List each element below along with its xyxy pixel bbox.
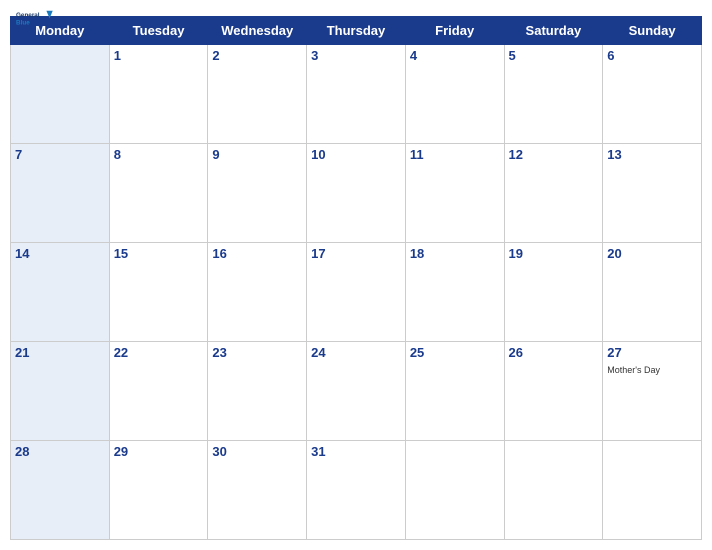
date-number: 29 xyxy=(114,444,204,459)
event-label: Mother's Day xyxy=(607,365,660,375)
date-number: 14 xyxy=(15,246,105,261)
calendar-cell: 29 xyxy=(109,441,208,540)
date-number: 24 xyxy=(311,345,401,360)
general-blue-logo-icon: General Blue xyxy=(16,8,54,30)
date-number: 4 xyxy=(410,48,500,63)
calendar-cell: 18 xyxy=(405,243,504,342)
date-number: 31 xyxy=(311,444,401,459)
calendar-cell: 31 xyxy=(307,441,406,540)
week-row-2: 789 10 11 12 13 xyxy=(11,144,702,243)
calendar-cell: 13 xyxy=(603,144,702,243)
date-number: 23 xyxy=(212,345,302,360)
date-number: 28 xyxy=(15,444,105,459)
date-number: 16 xyxy=(212,246,302,261)
calendar-grid: MondayTuesdayWednesdayThursdayFridaySatu… xyxy=(0,16,712,550)
week-row-1: 123456 xyxy=(11,45,702,144)
date-number: 22 xyxy=(114,345,204,360)
date-number: 2 xyxy=(212,48,302,63)
date-number: 19 xyxy=(509,246,599,261)
calendar-cell: 20 xyxy=(603,243,702,342)
calendar-cell xyxy=(11,45,110,144)
date-number: 21 xyxy=(15,345,105,360)
week-row-3: 14 15 16 17 18 19 20 xyxy=(11,243,702,342)
calendar-cell: 6 xyxy=(603,45,702,144)
calendar-cell: 2 xyxy=(208,45,307,144)
day-header-tuesday: Tuesday xyxy=(109,17,208,45)
date-number: 12 xyxy=(509,147,599,162)
day-header-wednesday: Wednesday xyxy=(208,17,307,45)
date-number: 15 xyxy=(114,246,204,261)
calendar-cell: 19 xyxy=(504,243,603,342)
calendar-cell: 27 Mother's Day xyxy=(603,342,702,441)
calendar-cell: 8 xyxy=(109,144,208,243)
calendar-cell: 30 xyxy=(208,441,307,540)
calendar-cell xyxy=(603,441,702,540)
calendar-cell: 24 xyxy=(307,342,406,441)
calendar-cell: 17 xyxy=(307,243,406,342)
calendar-cell: 23 xyxy=(208,342,307,441)
day-headers-row: MondayTuesdayWednesdayThursdayFridaySatu… xyxy=(11,17,702,45)
week-row-5: 28 29 30 31 xyxy=(11,441,702,540)
day-header-friday: Friday xyxy=(405,17,504,45)
calendar-header: General Blue xyxy=(0,0,712,16)
day-header-saturday: Saturday xyxy=(504,17,603,45)
date-number: 17 xyxy=(311,246,401,261)
calendar-cell: 5 xyxy=(504,45,603,144)
calendar-cell xyxy=(504,441,603,540)
calendar-cell: 10 xyxy=(307,144,406,243)
date-number: 6 xyxy=(607,48,697,63)
calendar-cell: 14 xyxy=(11,243,110,342)
date-number: 13 xyxy=(607,147,697,162)
date-number: 5 xyxy=(509,48,599,63)
date-number: 1 xyxy=(114,48,204,63)
svg-text:Blue: Blue xyxy=(16,20,30,27)
calendar-cell: 7 xyxy=(11,144,110,243)
date-number: 11 xyxy=(410,147,500,162)
calendar-cell: 4 xyxy=(405,45,504,144)
date-number: 26 xyxy=(509,345,599,360)
calendar-cell: 12 xyxy=(504,144,603,243)
svg-text:General: General xyxy=(16,12,40,19)
day-header-thursday: Thursday xyxy=(307,17,406,45)
date-number: 30 xyxy=(212,444,302,459)
date-number: 3 xyxy=(311,48,401,63)
calendar-cell: 21 xyxy=(11,342,110,441)
calendar-table: MondayTuesdayWednesdayThursdayFridaySatu… xyxy=(10,16,702,540)
calendar-cell: 26 xyxy=(504,342,603,441)
date-number: 10 xyxy=(311,147,401,162)
date-number: 9 xyxy=(212,147,302,162)
calendar-cell: 16 xyxy=(208,243,307,342)
week-row-4: 21 22 23 24 25 26 27 Mother's Day xyxy=(11,342,702,441)
calendar-cell: 11 xyxy=(405,144,504,243)
calendar-body: 1234567891011121314151617181920212223242… xyxy=(11,45,702,540)
calendar-cell: 28 xyxy=(11,441,110,540)
calendar-cell: 3 xyxy=(307,45,406,144)
calendar-cell xyxy=(405,441,504,540)
date-number: 8 xyxy=(114,147,204,162)
day-header-sunday: Sunday xyxy=(603,17,702,45)
calendar-cell: 15 xyxy=(109,243,208,342)
date-number: 20 xyxy=(607,246,697,261)
calendar-cell: 22 xyxy=(109,342,208,441)
date-number: 27 xyxy=(607,345,697,360)
logo: General Blue xyxy=(16,8,54,30)
calendar-cell: 25 xyxy=(405,342,504,441)
date-number: 18 xyxy=(410,246,500,261)
calendar-cell: 1 xyxy=(109,45,208,144)
date-number: 7 xyxy=(15,147,105,162)
date-number: 25 xyxy=(410,345,500,360)
calendar-cell: 9 xyxy=(208,144,307,243)
